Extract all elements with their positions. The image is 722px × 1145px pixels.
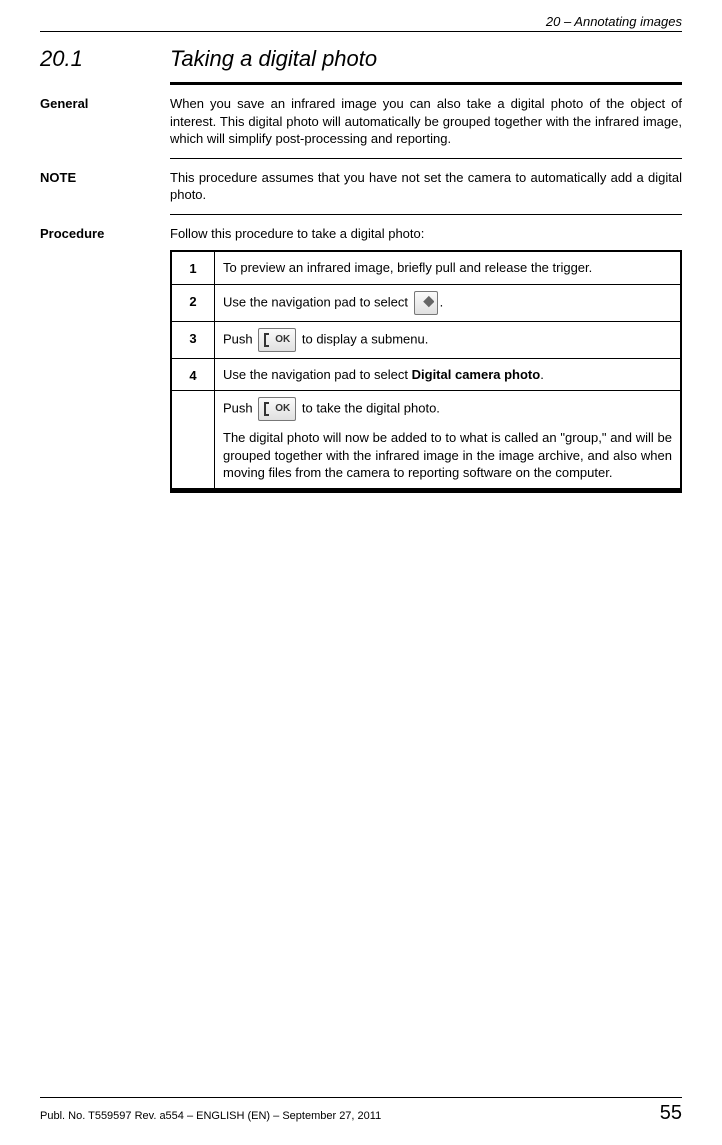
procedure-body: Follow this procedure to take a digital … bbox=[170, 225, 682, 490]
thin-rule bbox=[170, 214, 682, 215]
general-block: General When you save an infrared image … bbox=[40, 95, 682, 148]
page-footer: Publ. No. T559597 Rev. a554 – ENGLISH (E… bbox=[40, 1097, 682, 1125]
step-text: Use the navigation pad to select . bbox=[215, 284, 682, 321]
step-number: 4 bbox=[171, 358, 215, 391]
table-row: 4 Use the navigation pad to select Digit… bbox=[171, 358, 681, 391]
note-text: This procedure assumes that you have not… bbox=[170, 169, 682, 204]
section-heading: 20.1 Taking a digital photo bbox=[40, 46, 682, 72]
general-label: General bbox=[40, 95, 170, 148]
procedure-intro: Follow this procedure to take a digital … bbox=[170, 225, 682, 243]
step-text: Push OK to display a submenu. bbox=[215, 321, 682, 358]
procedure-table: 1 To preview an infrared image, briefly … bbox=[170, 250, 682, 490]
table-row: 3 Push OK to display a submenu. bbox=[171, 321, 681, 358]
general-text: When you save an infrared image you can … bbox=[170, 95, 682, 148]
ok-button-icon: OK bbox=[258, 328, 296, 352]
note-label: NOTE bbox=[40, 169, 170, 204]
note-block: NOTE This procedure assumes that you hav… bbox=[40, 169, 682, 204]
step-number bbox=[171, 391, 215, 489]
table-row: 2 Use the navigation pad to select . bbox=[171, 284, 681, 321]
step-number: 2 bbox=[171, 284, 215, 321]
step-text: Use the navigation pad to select Digital… bbox=[215, 358, 682, 391]
page-number: 55 bbox=[660, 1102, 682, 1125]
table-row: 1 To preview an infrared image, briefly … bbox=[171, 251, 681, 284]
page-header: 20 – Annotating images bbox=[40, 0, 682, 32]
step-number: 1 bbox=[171, 251, 215, 284]
heavy-rule bbox=[170, 82, 682, 85]
step-text: To preview an infrared image, briefly pu… bbox=[215, 251, 682, 284]
publication-info: Publ. No. T559597 Rev. a554 – ENGLISH (E… bbox=[40, 1110, 381, 1122]
step-text: Push OK to take the digital photo. The d… bbox=[215, 391, 682, 489]
procedure-block: Procedure Follow this procedure to take … bbox=[40, 225, 682, 490]
ok-button-icon: OK bbox=[258, 397, 296, 421]
table-row: Push OK to take the digital photo. The d… bbox=[171, 391, 681, 489]
thin-rule bbox=[170, 158, 682, 159]
diamond-icon bbox=[414, 291, 438, 315]
step-number: 3 bbox=[171, 321, 215, 358]
chapter-label: 20 – Annotating images bbox=[546, 14, 682, 29]
heavy-rule bbox=[170, 490, 682, 493]
section-number: 20.1 bbox=[40, 46, 170, 72]
procedure-label: Procedure bbox=[40, 225, 170, 490]
section-title: Taking a digital photo bbox=[170, 46, 377, 72]
